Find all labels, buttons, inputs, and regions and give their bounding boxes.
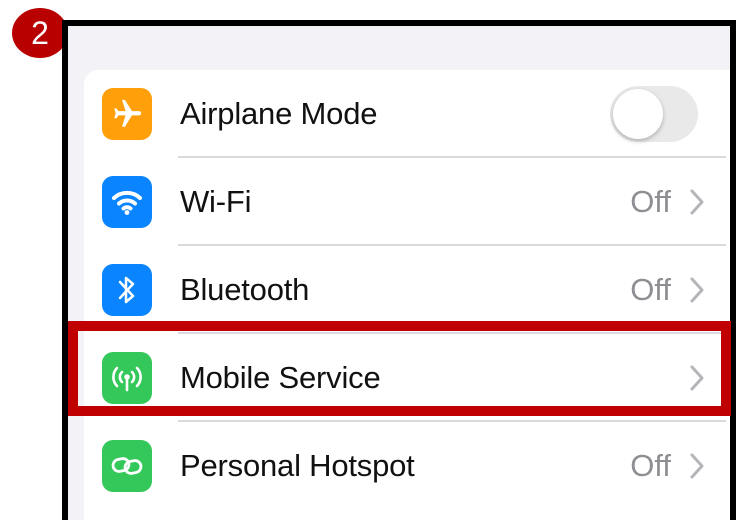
- airplane-icon: [102, 88, 152, 140]
- step-number-badge: 2: [12, 8, 68, 58]
- hotspot-link-icon: [102, 440, 152, 492]
- wifi-icon: [102, 176, 152, 228]
- settings-row-wifi[interactable]: Wi-Fi Off: [84, 158, 726, 246]
- wifi-status-value: Off: [630, 184, 671, 219]
- chevron-right-icon: [690, 189, 704, 215]
- phone-screen-frame: Airplane Mode Wi-Fi Off Bluetooth Off Mo…: [62, 20, 736, 520]
- airplane-mode-toggle[interactable]: [610, 86, 698, 142]
- settings-group: Airplane Mode Wi-Fi Off Bluetooth Off Mo…: [84, 70, 730, 520]
- settings-row-label: Personal Hotspot: [180, 448, 415, 483]
- settings-row-label: Airplane Mode: [180, 96, 378, 131]
- chevron-right-icon: [690, 453, 704, 479]
- settings-row-airplane-mode[interactable]: Airplane Mode: [84, 70, 726, 158]
- settings-row-personal-hotspot[interactable]: Personal Hotspot Off: [84, 422, 726, 510]
- toggle-knob: [613, 89, 663, 139]
- mobile-service-highlight-box: [68, 321, 731, 416]
- bluetooth-icon: [102, 264, 152, 316]
- settings-row-label: Wi-Fi: [180, 184, 252, 219]
- hotspot-status-value: Off: [630, 448, 671, 483]
- chevron-right-icon: [690, 277, 704, 303]
